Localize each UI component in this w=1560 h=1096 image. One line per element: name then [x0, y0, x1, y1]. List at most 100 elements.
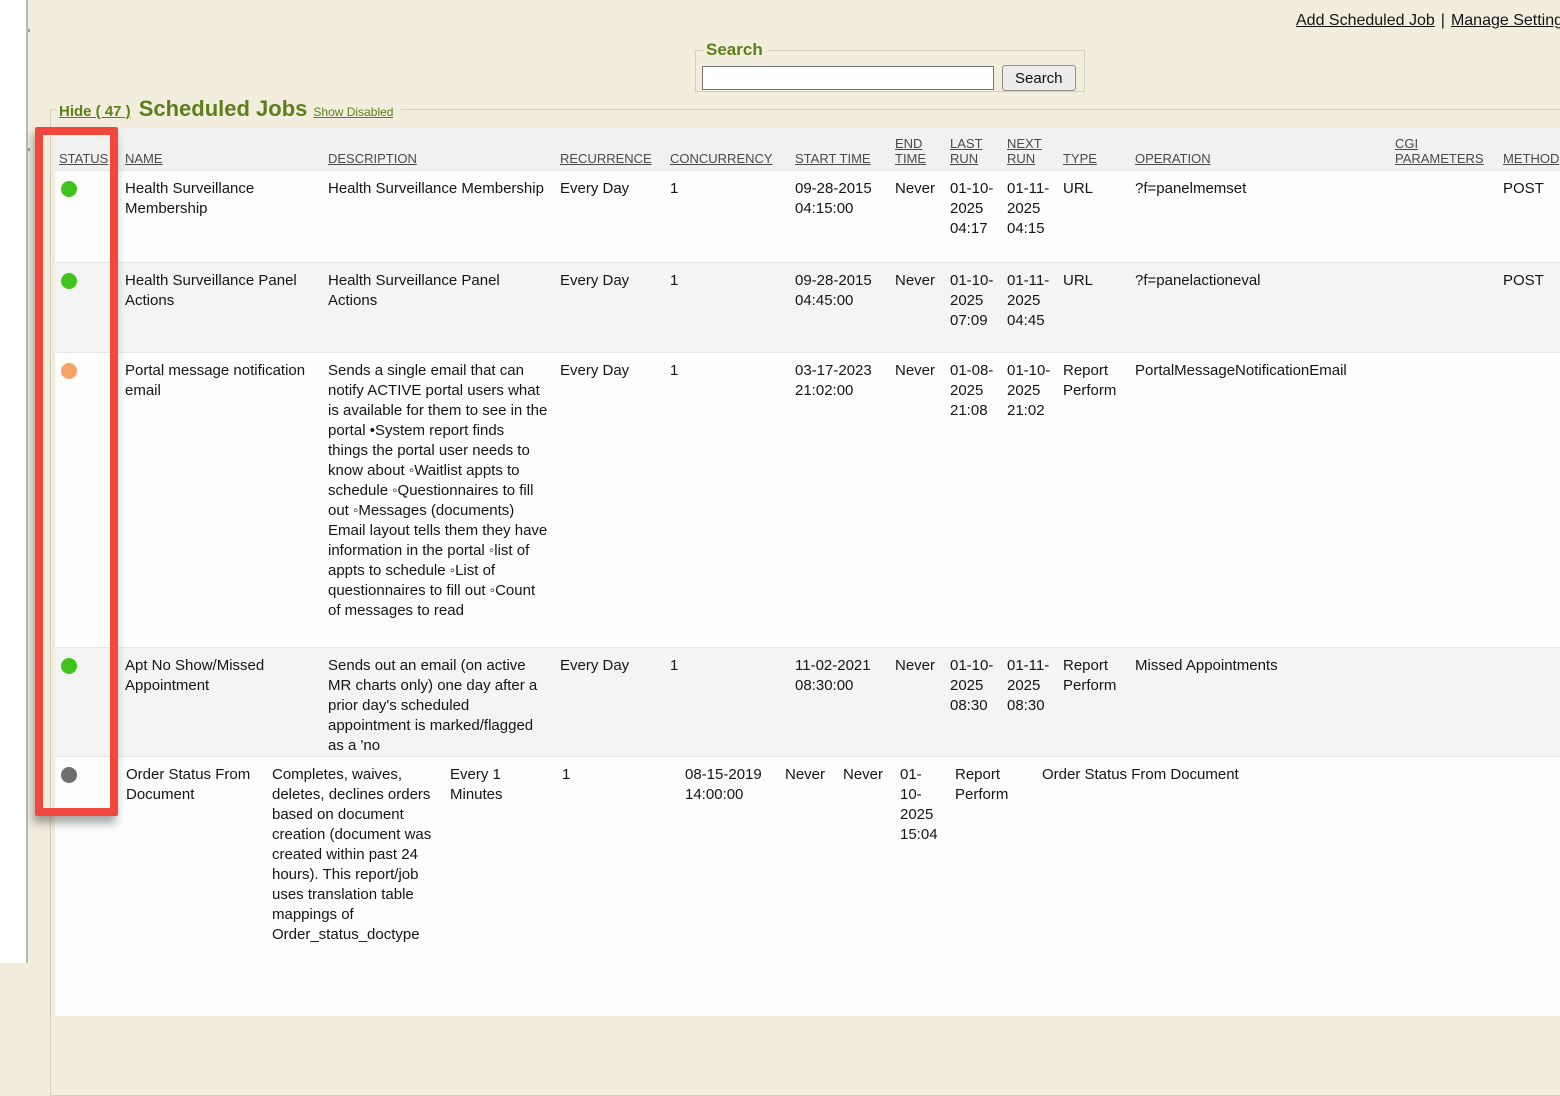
start-time-cell: 09-28-2015 04:45:00 — [795, 263, 895, 352]
table-body: Health Surveillance Membership Health Su… — [55, 170, 1560, 1016]
end-time-cell: Never — [895, 353, 950, 647]
last-run-cell: Never — [843, 757, 900, 1016]
operation-cell: Order Status From Document — [1042, 757, 1395, 1016]
next-run-cell: 01-10-2025 21:02 — [1007, 353, 1063, 647]
hide-count-link[interactable]: Hide ( 47 ) — [59, 103, 131, 120]
status-cell — [55, 757, 126, 1016]
next-run-cell: 01-10-2025 15:04 — [900, 757, 955, 1016]
type-cell: URL — [1063, 263, 1135, 352]
recurrence-cell: Every 1 Minutes — [450, 757, 562, 1016]
concurrency-cell: 1 — [670, 263, 795, 352]
description-cell: Sends a single email that can notify ACT… — [328, 353, 560, 647]
cgi-parameters-cell — [1395, 171, 1503, 262]
last-run-cell: 01-10-2025 04:17 — [950, 171, 1007, 262]
table-header-row: STATUS NAME DESCRIPTION RECURRENCE CONCU… — [55, 128, 1560, 170]
method-cell: POST — [1503, 171, 1560, 262]
start-time-cell: 11-02-2021 08:30:00 — [795, 648, 895, 756]
manage-settings-link[interactable]: Manage Settings — [1451, 12, 1560, 29]
type-cell: Report Perform — [1063, 353, 1135, 647]
description-cell: Health Surveillance Membership — [328, 171, 560, 262]
column-header-end-time[interactable]: END TIME — [895, 136, 950, 167]
status-dot — [61, 658, 77, 674]
operation-cell: Missed Appointments — [1135, 648, 1395, 756]
top-action-links: Add Scheduled Job | Manage Settings — [1296, 12, 1560, 30]
last-run-cell: 01-08-2025 21:08 — [950, 353, 1007, 647]
next-run-cell: 01-11-2025 04:45 — [1007, 263, 1063, 352]
table-row: Health Surveillance Membership Health Su… — [55, 170, 1560, 262]
add-scheduled-job-link[interactable]: Add Scheduled Job — [1296, 12, 1435, 29]
recurrence-cell: Every Day — [560, 171, 670, 262]
status-dot — [61, 181, 77, 197]
last-run-cell: 01-10-2025 07:09 — [950, 263, 1007, 352]
column-header-operation[interactable]: OPERATION — [1135, 151, 1395, 167]
cgi-parameters-cell — [1395, 648, 1503, 756]
method-cell — [1503, 353, 1560, 647]
concurrency-cell: 1 — [670, 171, 795, 262]
name-cell: Apt No Show/Missed Appointment — [125, 648, 328, 756]
type-cell: Report Perform — [1063, 648, 1135, 756]
recurrence-cell: Every Day — [560, 263, 670, 352]
recurrence-cell: Every Day — [560, 648, 670, 756]
end-time-cell: Never — [895, 648, 950, 756]
concurrency-cell: 1 — [670, 648, 795, 756]
start-time-cell: 08-15-2019 14:00:00 — [685, 757, 785, 1016]
table-row: Apt No Show/Missed Appointment Sends out… — [55, 647, 1560, 756]
table-row: Order Status From Document Completes, wa… — [55, 756, 1560, 1016]
start-time-cell: 03-17-2023 21:02:00 — [795, 353, 895, 647]
name-cell: Order Status From Document — [126, 757, 272, 1016]
status-cell — [55, 353, 125, 647]
cgi-parameters-cell — [1395, 353, 1503, 647]
column-header-status[interactable]: STATUS — [55, 151, 125, 167]
column-header-method[interactable]: METHOD — [1503, 151, 1560, 167]
column-header-start-time[interactable]: START TIME — [795, 151, 895, 167]
method-cell: POST — [1503, 263, 1560, 352]
scheduled-jobs-panel: Hide ( 47 ) Scheduled Jobs Show Disabled S… — [50, 96, 1560, 1096]
operation-cell: ?f=panelactioneval — [1135, 263, 1395, 352]
name-cell: Health Surveillance Panel Actions — [125, 263, 328, 352]
method-cell — [1503, 757, 1560, 1016]
page-title: Scheduled Jobs — [139, 96, 308, 121]
description-cell: Completes, waives, deletes, declines ord… — [272, 757, 450, 1016]
column-header-concurrency[interactable]: CONCURRENCY — [670, 151, 795, 167]
description-cell: Health Surveillance Panel Actions — [328, 263, 560, 352]
show-disabled-link[interactable]: Show Disabled — [313, 105, 393, 119]
scheduled-jobs-legend: Hide ( 47 ) Scheduled Jobs Show Disabled — [57, 96, 401, 122]
concurrency-cell: 1 — [562, 757, 685, 1016]
description-cell: Sends out an email (on active MR charts … — [328, 648, 560, 756]
column-header-name[interactable]: NAME — [125, 151, 328, 167]
start-time-cell: 09-28-2015 04:15:00 — [795, 171, 895, 262]
window-edge-strip — [0, 0, 28, 963]
type-cell: URL — [1063, 171, 1135, 262]
last-run-cell: 01-10-2025 08:30 — [950, 648, 1007, 756]
status-dot — [61, 363, 77, 379]
operation-cell: ?f=panelmemset — [1135, 171, 1395, 262]
status-cell — [55, 171, 125, 262]
method-cell — [1503, 648, 1560, 756]
search-input[interactable] — [702, 66, 994, 90]
search-panel-legend: Search — [704, 40, 768, 60]
column-header-description[interactable]: DESCRIPTION — [328, 151, 560, 167]
table-row: Portal message notification email Sends … — [55, 352, 1560, 647]
recurrence-cell: Every Day — [560, 353, 670, 647]
search-button[interactable]: Search — [1002, 65, 1076, 91]
column-header-last-run[interactable]: LAST RUN — [950, 136, 1007, 167]
name-cell: Health Surveillance Membership — [125, 171, 328, 262]
next-run-cell: 01-11-2025 04:15 — [1007, 171, 1063, 262]
operation-cell: PortalMessageNotificationEmail — [1135, 353, 1395, 647]
name-cell: Portal message notification email — [125, 353, 328, 647]
scheduled-jobs-table: STATUS NAME DESCRIPTION RECURRENCE CONCU… — [55, 128, 1560, 1016]
end-time-cell: Never — [895, 263, 950, 352]
type-cell: Report Perform — [955, 757, 1042, 1016]
concurrency-cell: 1 — [670, 353, 795, 647]
search-panel: Search Search — [695, 40, 1085, 92]
end-time-cell: Never — [785, 757, 843, 1016]
status-cell — [55, 263, 125, 352]
column-header-recurrence[interactable]: RECURRENCE — [560, 151, 670, 167]
column-header-cgi-parameters[interactable]: CGI PARAMETERS — [1395, 136, 1503, 167]
table-row: Health Surveillance Panel Actions Health… — [55, 262, 1560, 352]
end-time-cell: Never — [895, 171, 950, 262]
next-run-cell: 01-11-2025 08:30 — [1007, 648, 1063, 756]
link-separator: | — [1441, 12, 1445, 29]
column-header-next-run[interactable]: NEXT RUN — [1007, 136, 1063, 167]
column-header-type[interactable]: TYPE — [1063, 151, 1135, 167]
